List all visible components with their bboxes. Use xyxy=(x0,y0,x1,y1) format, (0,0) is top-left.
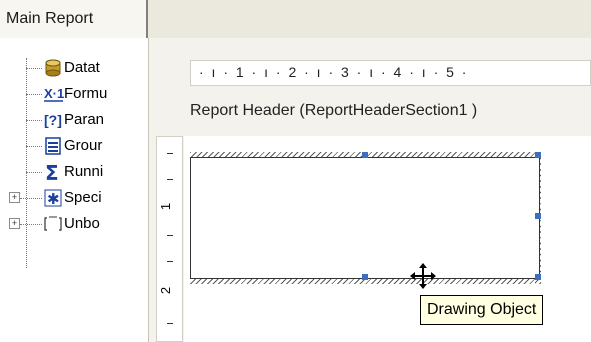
tree-item-formula[interactable]: X·1 Formu xyxy=(0,82,148,108)
tab-main-report-label: Main Report xyxy=(6,10,94,27)
tree-item-label: Speci xyxy=(64,189,102,206)
tree-item-group[interactable]: Grour xyxy=(0,134,148,160)
svg-text:[?]: [?] xyxy=(44,112,62,128)
tree-connector xyxy=(20,198,42,199)
tree-connector xyxy=(26,146,42,147)
parameter-icon: [?] xyxy=(44,111,62,129)
svg-text:✱: ✱ xyxy=(47,190,60,207)
tree-item-running-total[interactable]: Σ Runni xyxy=(0,160,148,186)
resize-handle-right[interactable] xyxy=(535,213,541,219)
tree-item-label: Runni xyxy=(64,163,104,180)
resize-handle-top-right[interactable] xyxy=(535,152,541,158)
running-total-icon: Σ xyxy=(44,161,62,185)
svg-text:X·1: X·1 xyxy=(44,86,64,101)
tree-connector xyxy=(26,94,42,95)
tree-connector xyxy=(26,120,42,121)
tree-item-label: Paran xyxy=(64,111,105,128)
tree-item-parameter[interactable]: [?] Paran xyxy=(0,108,148,134)
resize-handle-top[interactable] xyxy=(362,152,368,158)
tab-main-report[interactable]: Main Report xyxy=(0,0,148,38)
expand-icon[interactable]: + xyxy=(9,218,20,229)
ruler-tick xyxy=(167,153,173,154)
tree-connector xyxy=(20,224,42,225)
ruler-tick xyxy=(167,323,173,324)
resize-handle-bottom[interactable] xyxy=(362,274,368,280)
drawing-object-box[interactable] xyxy=(190,157,540,279)
unbound-field-icon xyxy=(44,215,62,233)
tree-item-label: Datat xyxy=(64,59,100,76)
vertical-ruler: 1 2 xyxy=(156,136,183,342)
formula-icon: X·1 xyxy=(44,85,64,103)
ruler-tick xyxy=(167,261,173,262)
ruler-scale: · ı · 1 · ı · 2 · ı · 3 · ı · 4 · ı · 5 … xyxy=(199,64,469,80)
tree-connector xyxy=(26,68,42,69)
tree-item-label: Grour xyxy=(64,137,103,154)
ruler-number: 2 xyxy=(158,286,174,295)
move-cursor-icon xyxy=(409,262,437,290)
special-field-icon: ✱ xyxy=(44,189,62,208)
ruler-tick xyxy=(167,235,173,236)
horizontal-ruler: · ı · 1 · ı · 2 · ı · 3 · ı · 4 · ı · 5 … xyxy=(190,60,591,86)
group-icon xyxy=(44,137,62,155)
tree-item-label: Formu xyxy=(64,85,108,102)
tree-connector xyxy=(26,172,42,173)
resize-handle-bottom-right[interactable] xyxy=(535,274,541,280)
tooltip-text: Drawing Object xyxy=(427,301,537,318)
expand-icon[interactable]: + xyxy=(9,192,20,203)
tree-item-database[interactable]: Datat xyxy=(0,56,148,82)
ruler-tick xyxy=(167,179,173,180)
tree-item-unbound-fields[interactable]: + Unbo xyxy=(0,212,148,238)
tree-item-label: Unbo xyxy=(64,215,100,232)
section-title[interactable]: Report Header (ReportHeaderSection1 ) xyxy=(190,102,477,126)
database-icon xyxy=(44,59,62,77)
tooltip: Drawing Object xyxy=(420,295,544,325)
tree-item-special-fields[interactable]: + ✱ Speci xyxy=(0,186,148,212)
ruler-number: 1 xyxy=(158,202,174,211)
svg-text:Σ: Σ xyxy=(45,163,59,183)
